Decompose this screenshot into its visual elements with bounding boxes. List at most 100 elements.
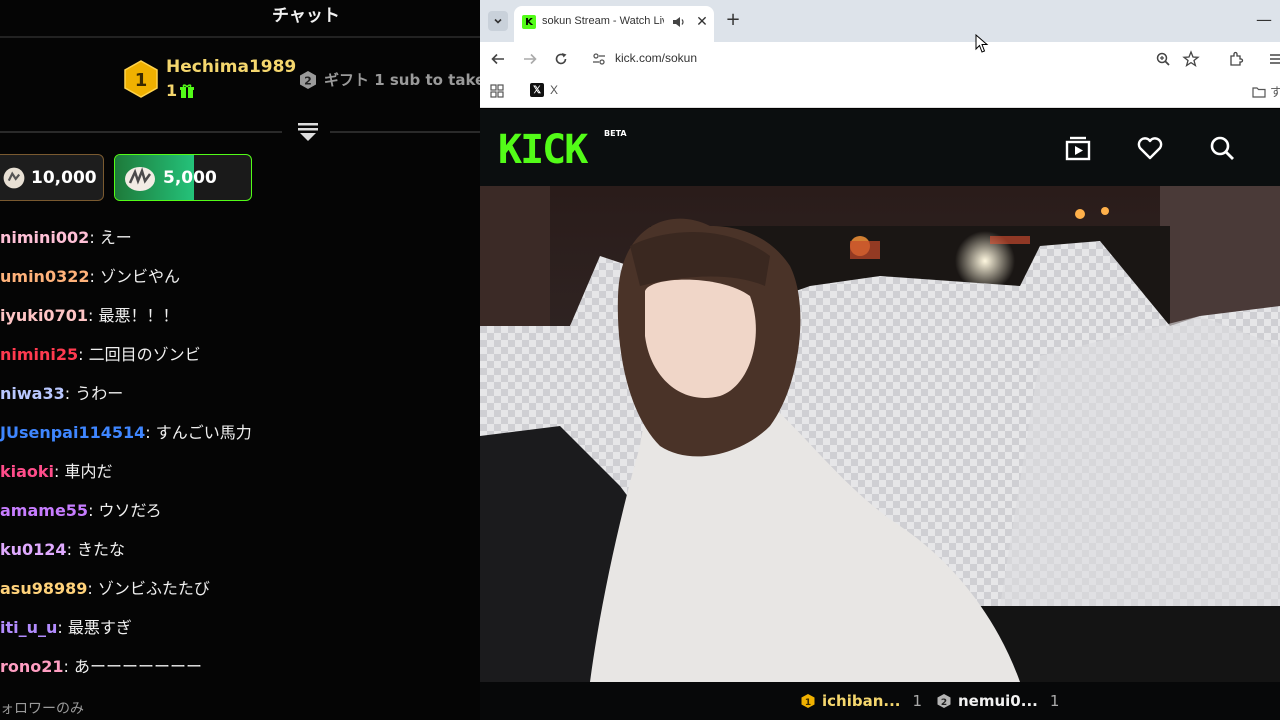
menu-icon[interactable]	[1264, 49, 1280, 69]
video-frame	[480, 186, 1280, 682]
chat-username[interactable]: iyuki0701	[0, 306, 88, 325]
chat-separator: :	[87, 306, 99, 325]
chat-message: iti_u_u: 最悪すぎ	[0, 616, 132, 640]
chat-message: rono21: あーーーーーーー	[0, 655, 202, 679]
chat-title: チャット	[272, 6, 340, 26]
filter-icon[interactable]	[296, 121, 320, 143]
chat-message: iyuki0701: 最悪！！！	[0, 304, 178, 328]
chat-username[interactable]: umin0322	[0, 267, 89, 286]
chat-text: ゾンビふたたび	[97, 579, 210, 598]
video-player[interactable]	[480, 186, 1280, 682]
search-icon[interactable]	[1208, 134, 1236, 162]
new-tab-button[interactable]: +	[723, 10, 743, 30]
chat-text: 最悪！！！	[98, 306, 179, 325]
minimize-window-icon[interactable]: —	[1256, 10, 1272, 29]
chat-separator: :	[87, 579, 98, 598]
chat-username[interactable]: ku0124	[0, 540, 67, 559]
x-logo-icon: 𝕏	[530, 83, 544, 97]
extensions-icon[interactable]	[1226, 49, 1246, 69]
address-bar[interactable]: kick.com/sokun	[584, 46, 1212, 72]
leaderboard-rank: 2	[941, 698, 947, 708]
leaderboard-name: nemui0...	[958, 692, 1038, 710]
silver-rank-badge-icon: 2	[300, 70, 316, 89]
kick-logo[interactable]: KICK	[498, 130, 588, 170]
chat-separator: :	[57, 618, 68, 637]
bookmark-x[interactable]: 𝕏 X	[530, 83, 558, 97]
zoom-icon[interactable]	[1154, 50, 1172, 68]
divider-line	[0, 131, 282, 133]
browser-window: K sokun Stream - Watch Live ✕ + — kick.c…	[480, 0, 1280, 720]
chat-text: えー	[99, 228, 132, 247]
rank-number: 1	[135, 70, 148, 91]
chat-message: nimini25: 二回目のゾンビ	[0, 343, 201, 367]
leaderboard-name: ichiban...	[822, 692, 901, 710]
following-streams-icon[interactable]	[1064, 134, 1092, 162]
browser-toolbar: kick.com/sokun	[480, 42, 1280, 76]
gold-rank-badge-icon: 1	[801, 694, 815, 708]
tab-strip: K sokun Stream - Watch Live ✕ + —	[480, 0, 1280, 42]
chat-text: うわー	[75, 384, 124, 403]
kicks-goal-pill-5000[interactable]: 5,000	[114, 154, 252, 201]
gold-rank-badge-icon: 1	[124, 60, 158, 98]
chat-username[interactable]: amame55	[0, 501, 88, 520]
chat-message: amame55: ウソだろ	[0, 499, 162, 523]
gift-notice: 2 ギフト 1 sub to take 2	[298, 69, 480, 90]
divider-line	[330, 131, 480, 133]
chat-separator: :	[145, 423, 156, 442]
chat-separator: :	[89, 267, 100, 286]
leaderboard-count: 1	[912, 692, 923, 710]
leaderboard-count: 1	[1049, 692, 1060, 710]
leaderboard-entry[interactable]: 2 nemui0... 1	[936, 692, 1059, 710]
heart-icon[interactable]	[1136, 134, 1164, 162]
chevron-down-icon	[494, 18, 502, 24]
bookmark-label: X	[550, 83, 559, 97]
kick-favicon-icon: K	[522, 15, 536, 29]
kicks-goal-pill-10000[interactable]: 10,000	[0, 154, 104, 201]
gifter-leaderboard: 1 ichiban... 1 2 nemui0... 1	[480, 682, 1280, 720]
apps-grid-icon[interactable]	[490, 84, 504, 98]
chat-username[interactable]: niwa33	[0, 384, 65, 403]
chat-separator: :	[63, 657, 75, 676]
chat-username[interactable]: asu98989	[0, 579, 87, 598]
reload-icon[interactable]	[551, 49, 571, 69]
chat-message: umin0322: ゾンビやん	[0, 265, 180, 289]
gift-icon	[180, 84, 194, 98]
kicks-hand-icon	[125, 166, 155, 191]
bookmark-folder[interactable]: す	[1252, 83, 1280, 100]
tab-search-button[interactable]	[488, 11, 508, 31]
leaderboard-rank: 1	[805, 698, 811, 708]
leaderboard-entry[interactable]: 1 ichiban... 1	[800, 692, 922, 710]
chat-username[interactable]: iti_u_u	[0, 618, 57, 637]
chat-username[interactable]: nimini002	[0, 228, 89, 247]
chat-username[interactable]: nimini25	[0, 345, 78, 364]
site-info-icon[interactable]	[590, 50, 608, 68]
chat-text: あーーーーーーー	[74, 657, 203, 676]
chat-message: ku0124: きたな	[0, 538, 125, 562]
bookmark-folder-label: す	[1270, 85, 1280, 99]
silver-rank-badge-icon: 2	[937, 694, 951, 708]
kicks-goal-value: 5,000	[163, 167, 217, 188]
chat-text: 最悪すぎ	[67, 618, 132, 637]
chat-username[interactable]: rono21	[0, 657, 64, 676]
chat-text: ゾンビやん	[99, 267, 180, 286]
chat-text: きたな	[77, 540, 126, 559]
close-tab-icon[interactable]: ✕	[694, 14, 710, 30]
chat-message: niwa33: うわー	[0, 382, 123, 406]
top-gifter-count: 1	[166, 81, 178, 100]
top-gifter-name: Hechima1989	[166, 57, 297, 77]
bookmark-star-icon[interactable]	[1182, 50, 1200, 68]
chat-username[interactable]: kiaoki	[0, 462, 54, 481]
chat-username[interactable]: JUsenpai114514	[0, 423, 145, 442]
kicks-goal-value: 10,000	[31, 167, 97, 188]
back-icon[interactable]	[488, 49, 508, 69]
chat-divider	[0, 36, 480, 38]
chat-text: 二回目のゾンビ	[88, 345, 201, 364]
chat-separator: :	[88, 501, 99, 520]
speaker-icon[interactable]	[672, 15, 686, 29]
tab-sokun-stream[interactable]: K sokun Stream - Watch Live ✕	[514, 6, 714, 42]
bookmarks-bar: 𝕏 X す	[480, 76, 1280, 108]
chat-message: kiaoki: 車内だ	[0, 460, 113, 484]
forward-icon[interactable]	[520, 49, 540, 69]
chat-separator: :	[89, 228, 100, 247]
folder-icon	[1252, 86, 1266, 98]
